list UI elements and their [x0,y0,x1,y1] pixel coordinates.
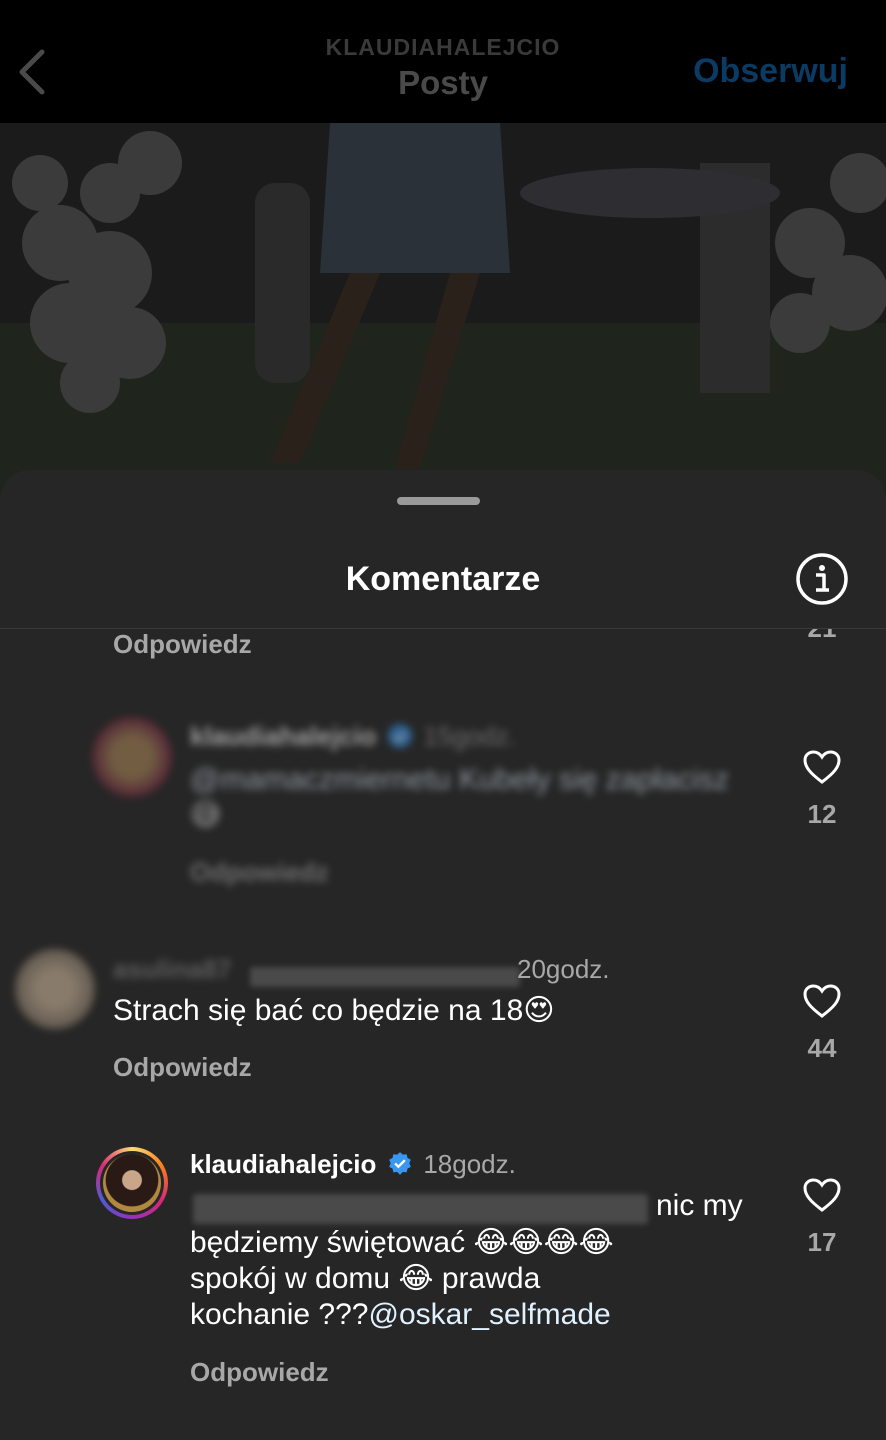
post-photo [0,123,886,503]
heart-outline-icon[interactable] [802,983,842,1019]
verified-badge-icon [389,1152,411,1175]
reply-button[interactable]: Odpowiedz [113,1052,252,1083]
sheet-title: Komentarze [345,560,541,598]
redacted-mention [193,1194,648,1224]
verified-badge-icon [387,724,412,748]
comment-text-line: będziemy świętować 😂😂😂😂 [190,1225,614,1260]
comment-text: Strach się bać co będzie na 18😍 [113,993,555,1028]
avatar[interactable] [96,1147,168,1219]
post-image [0,123,886,503]
reply-button[interactable]: Odpowiedz [190,857,329,888]
comment-text-line: spokój w domu 😂 prawda [190,1261,541,1296]
comment-text-line: kochanie ???@oskar_selfmade [190,1298,611,1331]
sheet-grabber[interactable] [397,497,480,505]
like-count: 17 [807,1227,837,1257]
heart-outline-icon[interactable] [802,1177,842,1213]
like-group: 12 [792,749,852,830]
comment-time: 15godz. [423,721,516,751]
info-circle-icon [796,553,848,605]
comment-time: 20godz. [517,954,610,984]
avatar[interactable] [92,717,172,797]
comment-username[interactable]: klaudiahalejcio [190,1149,376,1179]
info-button[interactable] [795,552,849,606]
avatar-image [103,1154,161,1212]
redacted-username [250,967,520,987]
like-count: 44 [807,1033,837,1063]
heart-outline-icon[interactable] [802,749,842,785]
like-group: 17 [792,1177,852,1258]
like-group: 44 [792,983,852,1064]
reply-button[interactable]: Odpowiedz [113,629,252,660]
avatar[interactable] [15,949,95,1029]
follow-button[interactable]: Obserwuj [693,52,848,91]
comments-list: Odpowiedz 21 klaudiahalejcio 15godz. @ma… [0,629,886,1440]
comments-sheet: Komentarze Odpowiedz 21 klaudiahalejcio … [0,470,886,1440]
comment-text-line: nic my [656,1189,743,1222]
top-bar: KLAUDIAHALEJCIO Posty Obserwuj [0,0,886,123]
reply-button[interactable]: Odpowiedz [190,1357,329,1388]
comment-text: @mamaczmiernetu Kubeły się zapłacisz 😅 [190,763,729,833]
comment-username[interactable]: klaudiahalejcio [190,721,376,751]
comment-time: 18godz. [423,1149,516,1179]
like-count: 12 [807,799,837,829]
mention-link[interactable]: @oskar_selfmade [368,1298,610,1331]
like-count: 21 [792,629,852,644]
